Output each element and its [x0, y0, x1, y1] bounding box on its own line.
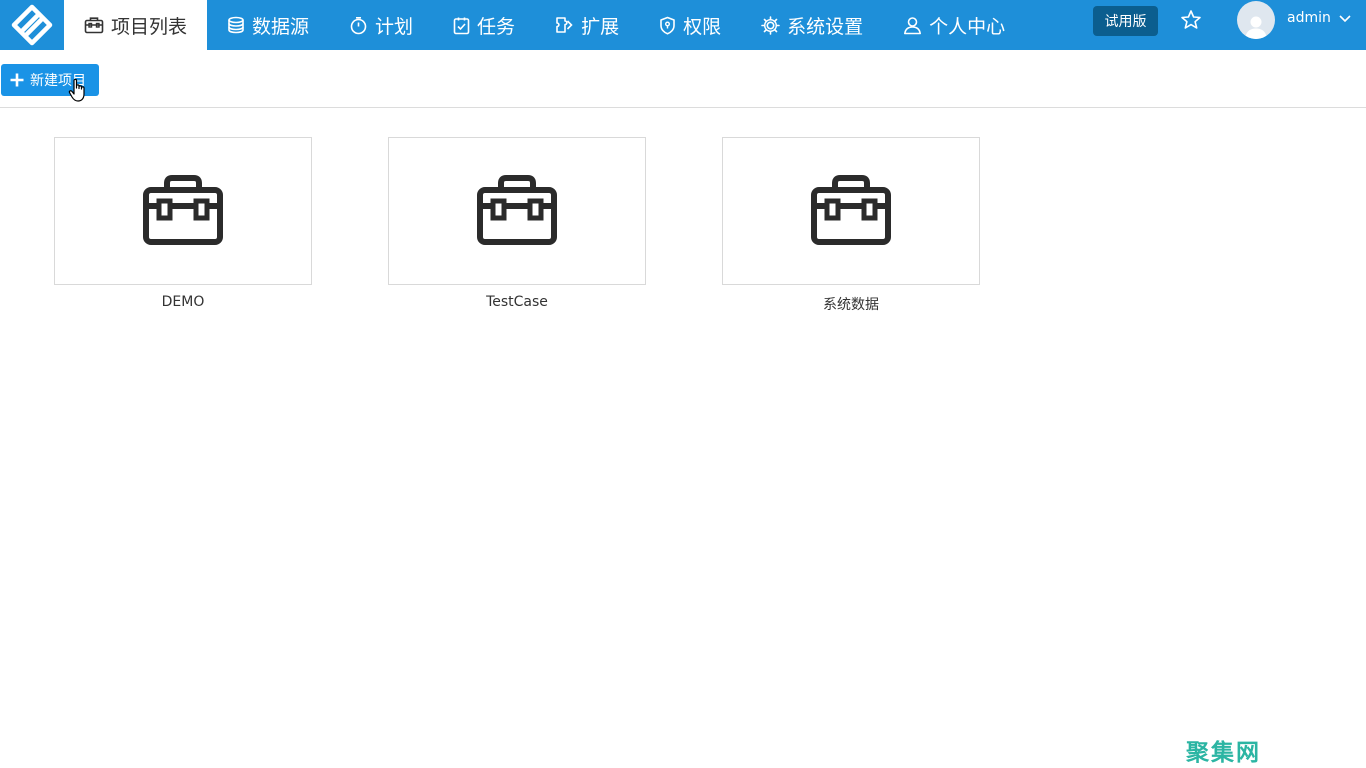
project-card-demo[interactable] — [54, 137, 312, 285]
briefcase-icon — [477, 175, 557, 245]
nav-item-personal-center[interactable]: 个人中心 — [883, 0, 1025, 50]
nav-item-plan[interactable]: 计划 — [329, 0, 433, 50]
nav-item-label: 权限 — [683, 15, 722, 38]
avatar[interactable] — [1237, 1, 1275, 39]
database-icon — [228, 16, 244, 34]
timer-icon — [350, 16, 367, 34]
trial-version-button[interactable]: 试用版 — [1093, 6, 1158, 36]
nav-item-task[interactable]: 任务 — [433, 0, 535, 50]
star-icon[interactable] — [1180, 9, 1202, 31]
toolbox-icon — [84, 17, 104, 34]
project-name[interactable]: 系统数据 — [722, 294, 980, 314]
user-icon — [904, 16, 922, 34]
project-card-testcase[interactable] — [388, 137, 646, 285]
extension-icon — [556, 17, 573, 33]
nav-item-permission[interactable]: 权限 — [639, 0, 741, 50]
nav-item-extension[interactable]: 扩展 — [535, 0, 639, 50]
shield-icon — [660, 16, 675, 35]
nav-item-label: 数据源 — [252, 15, 310, 38]
nav-item-label: 扩展 — [581, 15, 620, 38]
avatar-user-icon — [1245, 16, 1267, 39]
briefcase-icon — [143, 175, 223, 245]
task-icon — [453, 17, 470, 34]
nav-item-label: 计划 — [375, 15, 414, 38]
top-nav-bar: 项目列表 数据源 计划 任务 扩展 权限 系统设置 个人中心 试用版 admin — [0, 0, 1366, 50]
nav-item-system-settings[interactable]: 系统设置 — [741, 0, 883, 50]
nav-item-label: 任务 — [477, 15, 516, 38]
main-nav: 项目列表 数据源 计划 任务 扩展 权限 系统设置 个人中心 — [64, 0, 1025, 50]
hand-cursor-icon — [68, 78, 85, 102]
project-card-system-data[interactable] — [722, 137, 980, 285]
chevron-down-icon[interactable] — [1338, 14, 1352, 24]
user-name[interactable]: admin — [1287, 10, 1331, 26]
app-logo[interactable] — [0, 0, 64, 50]
briefcase-icon — [811, 175, 891, 245]
site-watermark: 聚集网 — [1186, 740, 1261, 766]
nav-item-label: 项目列表 — [111, 15, 188, 38]
plus-icon — [10, 73, 24, 87]
toolbar-divider — [0, 107, 1366, 108]
gear-icon — [761, 15, 780, 35]
nav-item-label: 系统设置 — [787, 15, 864, 38]
project-name[interactable]: TestCase — [388, 294, 646, 310]
logo-icon — [11, 4, 53, 46]
nav-item-data-source[interactable]: 数据源 — [207, 0, 329, 50]
nav-item-project-list[interactable]: 项目列表 — [64, 0, 208, 50]
project-name[interactable]: DEMO — [54, 294, 312, 310]
nav-item-label: 个人中心 — [929, 15, 1006, 38]
